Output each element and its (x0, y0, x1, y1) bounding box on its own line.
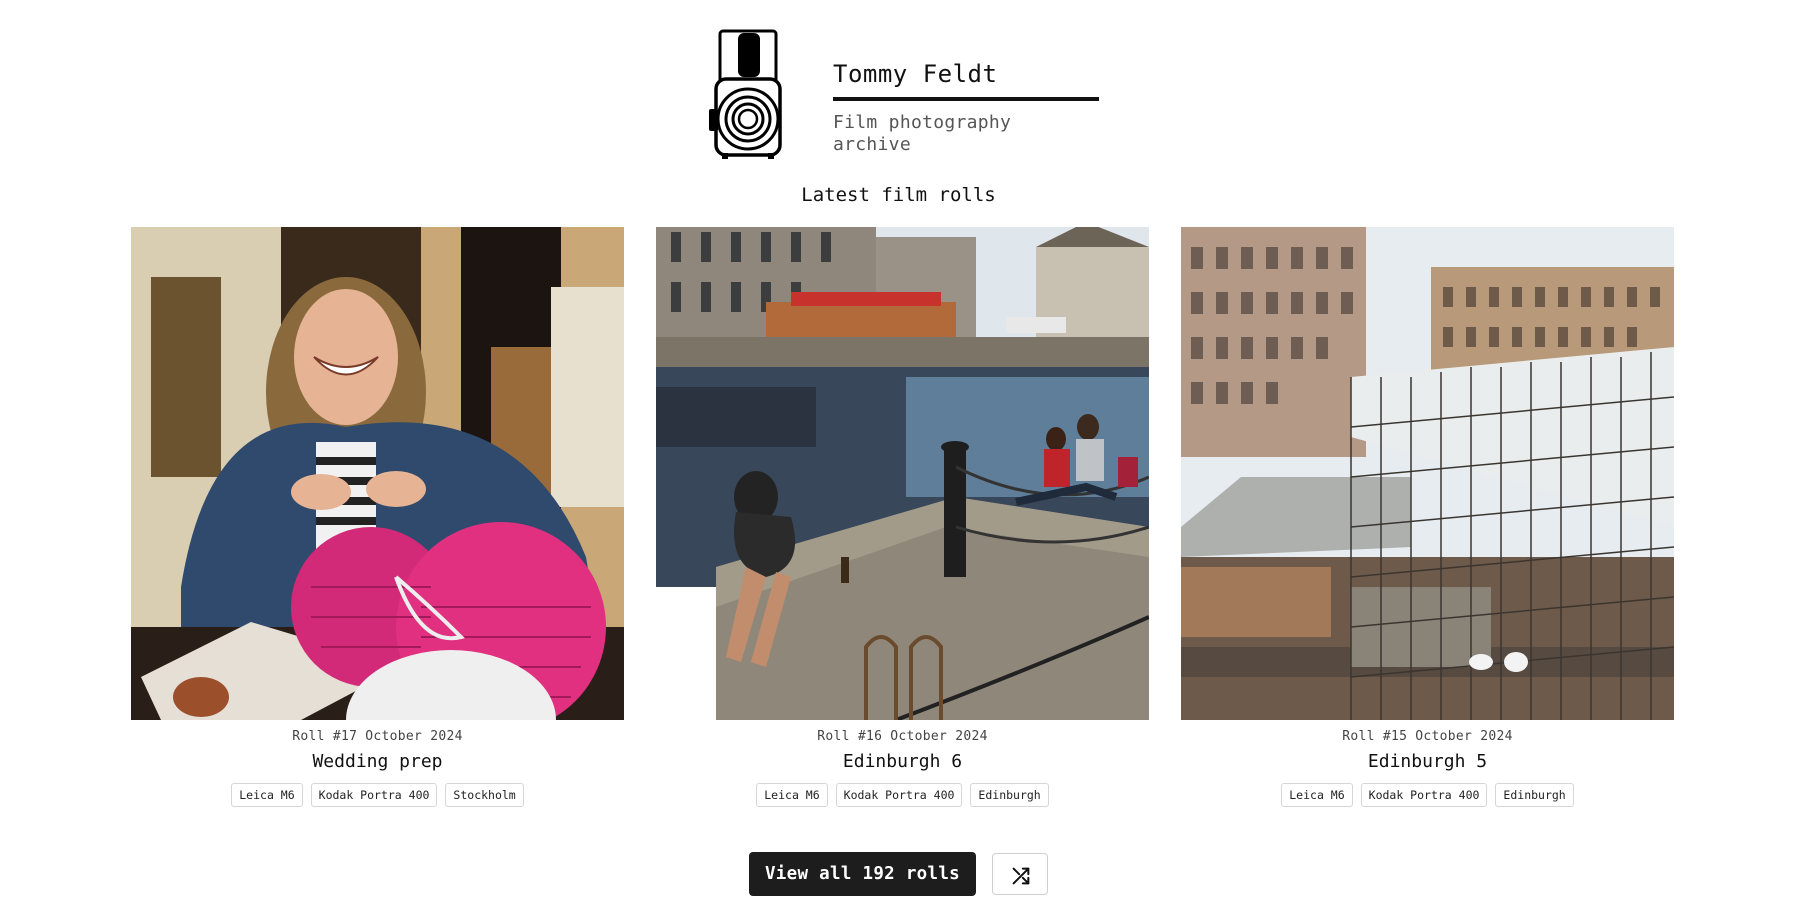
roll-meta: Roll #17 October 2024 (131, 729, 624, 745)
shuffle-button[interactable] (992, 853, 1049, 895)
tag-film[interactable]: Kodak Portra 400 (1360, 783, 1488, 807)
roll-photo[interactable] (1181, 227, 1674, 720)
tag-location[interactable]: Edinburgh (970, 783, 1049, 807)
roll-tags: Leica M6 Kodak Portra 400 Stockholm (131, 783, 624, 807)
roll-photo[interactable] (656, 227, 1149, 720)
roll-meta: Roll #15 October 2024 (1181, 729, 1674, 745)
roll-title[interactable]: Edinburgh 5 (1181, 751, 1674, 773)
roll-title[interactable]: Edinburgh 6 (656, 751, 1149, 773)
roll-number: Roll #15 (1342, 729, 1408, 744)
actions-bar: View all 192 rolls (0, 852, 1797, 896)
view-all-rolls-button[interactable]: View all 192 rolls (748, 852, 977, 896)
roll-number: Roll #16 (817, 729, 883, 744)
roll-date: October 2024 (1415, 729, 1513, 744)
roll-date: October 2024 (365, 729, 463, 744)
tag-camera[interactable]: Leica M6 (1281, 783, 1353, 807)
roll-card[interactable]: Roll #17 October 2024 Wedding prep Leica … (131, 227, 624, 807)
shuffle-icon (1012, 867, 1030, 885)
roll-card[interactable]: Roll #15 October 2024 Edinburgh 5 Leica M… (1181, 227, 1674, 807)
rolls-grid: Roll #17 October 2024 Wedding prep Leica … (131, 227, 1674, 807)
site-brand: Tommy Feldt Film photography archive (833, 59, 1099, 156)
roll-date: October 2024 (890, 729, 988, 744)
roll-photo[interactable] (131, 227, 624, 720)
tag-film[interactable]: Kodak Portra 400 (835, 783, 963, 807)
site-name[interactable]: Tommy Feldt (833, 59, 1099, 101)
roll-number: Roll #17 (292, 729, 358, 744)
tag-film[interactable]: Kodak Portra 400 (310, 783, 438, 807)
site-header: Tommy Feldt Film photography archive (0, 0, 1797, 170)
roll-tags: Leica M6 Kodak Portra 400 Edinburgh (656, 783, 1149, 807)
roll-tags: Leica M6 Kodak Portra 400 Edinburgh (1181, 783, 1674, 807)
site-tagline: Film photography archive (833, 112, 1012, 155)
tag-location[interactable]: Edinburgh (1495, 783, 1574, 807)
tag-camera[interactable]: Leica M6 (756, 783, 828, 807)
tag-location[interactable]: Stockholm (445, 783, 524, 807)
roll-meta: Roll #16 October 2024 (656, 729, 1149, 745)
roll-card[interactable]: Roll #16 October 2024 Edinburgh 6 Leica M… (656, 227, 1149, 807)
section-title: Latest film rolls (801, 184, 996, 206)
tag-camera[interactable]: Leica M6 (231, 783, 303, 807)
roll-title[interactable]: Wedding prep (131, 751, 624, 773)
medium-format-camera-icon[interactable] (708, 29, 788, 161)
